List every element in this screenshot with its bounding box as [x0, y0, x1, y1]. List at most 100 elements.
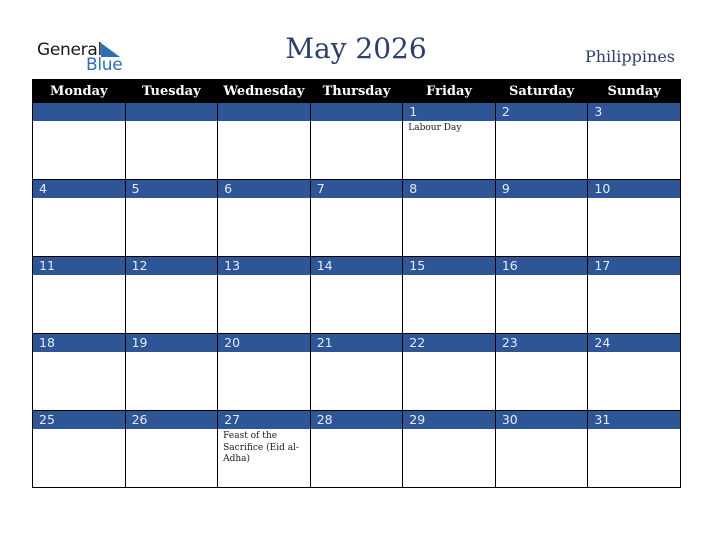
weekday-header: Wednesday — [217, 79, 311, 103]
day-cell[interactable]: 24 — [587, 333, 681, 411]
day-cell[interactable]: 2 — [494, 102, 589, 180]
day-number: 27 — [218, 411, 310, 429]
day-number: 11 — [33, 257, 125, 275]
day-cell[interactable]: 20 — [217, 333, 311, 411]
day-number: 14 — [310, 257, 403, 275]
holiday-label — [33, 352, 125, 354]
day-number: 16 — [495, 257, 588, 275]
day-number: 21 — [310, 334, 403, 352]
holiday-label — [403, 429, 495, 431]
day-cell[interactable]: 13 — [217, 256, 311, 334]
holiday-label — [311, 121, 403, 123]
day-number: 22 — [403, 334, 495, 352]
day-cell[interactable]: 26 — [124, 410, 219, 488]
day-cell[interactable]: 4 — [32, 179, 126, 257]
day-cell[interactable]: 29 — [402, 410, 496, 488]
holiday-label — [126, 198, 218, 200]
day-cell[interactable]: 30 — [494, 410, 589, 488]
holiday-label — [311, 198, 403, 200]
day-number: 2 — [495, 103, 588, 121]
day-cell[interactable]: 6 — [217, 179, 311, 257]
day-number: 13 — [218, 257, 310, 275]
day-number: 3 — [588, 103, 680, 121]
day-cell[interactable] — [32, 102, 126, 180]
day-cell[interactable] — [309, 102, 404, 180]
day-number: 19 — [125, 334, 218, 352]
holiday-label — [496, 198, 588, 200]
day-cell[interactable] — [124, 102, 219, 180]
holiday-label: Labour Day — [408, 123, 462, 133]
holiday-label — [33, 198, 125, 200]
holiday-label — [126, 275, 218, 277]
week-row: 1 Labour Day 2 3 — [32, 102, 681, 180]
holiday-label — [126, 121, 218, 123]
day-cell[interactable]: 31 — [587, 410, 681, 488]
day-cell[interactable]: 15 — [402, 256, 496, 334]
day-number: 7 — [310, 180, 403, 198]
day-cell[interactable]: 9 — [494, 179, 589, 257]
holiday-label — [588, 198, 680, 200]
day-number — [218, 103, 310, 121]
day-cell[interactable]: 16 — [494, 256, 589, 334]
day-number: 5 — [125, 180, 218, 198]
holiday-label — [218, 121, 310, 123]
day-cell[interactable]: 25 — [32, 410, 126, 488]
week-row: 25 26 27 Feast of the Sacrifice (Eid al-Adh… — [32, 410, 681, 488]
day-number — [33, 103, 125, 121]
day-cell[interactable]: 10 — [587, 179, 681, 257]
day-number: 18 — [33, 334, 125, 352]
holiday-label — [218, 198, 310, 200]
holiday-label — [588, 352, 680, 354]
day-number: 23 — [495, 334, 588, 352]
weekday-header-row: Monday Tuesday Wednesday Thursday Friday… — [32, 79, 681, 103]
day-cell[interactable]: 11 — [32, 256, 126, 334]
day-number: 12 — [125, 257, 218, 275]
day-cell[interactable]: 12 — [124, 256, 219, 334]
day-number — [310, 103, 403, 121]
holiday-label — [33, 275, 125, 277]
holiday-label — [588, 121, 680, 123]
day-number: 26 — [125, 411, 218, 429]
day-number: 9 — [495, 180, 588, 198]
day-number: 8 — [403, 180, 495, 198]
day-cell[interactable]: 28 — [309, 410, 404, 488]
day-number: 24 — [588, 334, 680, 352]
day-number: 20 — [218, 334, 310, 352]
holiday-label — [126, 429, 218, 431]
day-cell[interactable]: 17 — [587, 256, 681, 334]
day-number — [125, 103, 218, 121]
holiday-label — [496, 429, 588, 431]
day-number: 15 — [403, 257, 495, 275]
day-cell[interactable]: 21 — [309, 333, 404, 411]
day-number: 31 — [588, 411, 680, 429]
holiday-label — [126, 352, 218, 354]
day-number: 28 — [310, 411, 403, 429]
day-cell[interactable]: 7 — [309, 179, 404, 257]
holiday-label — [218, 275, 310, 277]
day-cell[interactable]: 8 — [402, 179, 496, 257]
week-row: 11 12 13 14 15 16 17 — [32, 256, 681, 334]
day-cell[interactable]: 27 Feast of the Sacrifice (Eid al-Adha) — [217, 410, 311, 488]
holiday-label: Feast of the Sacrifice (Eid al-Adha) — [223, 431, 299, 464]
weekday-header: Friday — [402, 79, 496, 103]
day-cell[interactable]: 22 — [402, 333, 496, 411]
day-cell[interactable]: 14 — [309, 256, 404, 334]
day-number: 1 — [403, 103, 495, 121]
holiday-label — [33, 429, 125, 431]
day-cell[interactable]: 5 — [124, 179, 219, 257]
day-cell[interactable]: 1 Labour Day — [402, 102, 496, 180]
day-number: 30 — [495, 411, 588, 429]
day-cell[interactable]: 18 — [32, 333, 126, 411]
day-cell[interactable]: 23 — [494, 333, 589, 411]
holiday-label — [403, 198, 495, 200]
day-cell[interactable]: 19 — [124, 333, 219, 411]
day-number: 17 — [588, 257, 680, 275]
week-row: 18 19 20 21 22 23 24 — [32, 333, 681, 411]
holiday-label — [496, 352, 588, 354]
holiday-label — [588, 275, 680, 277]
holiday-label — [218, 352, 310, 354]
holiday-label — [496, 121, 588, 123]
country-label: Philippines — [584, 47, 675, 66]
day-cell[interactable]: 3 — [587, 102, 681, 180]
day-cell[interactable] — [217, 102, 311, 180]
